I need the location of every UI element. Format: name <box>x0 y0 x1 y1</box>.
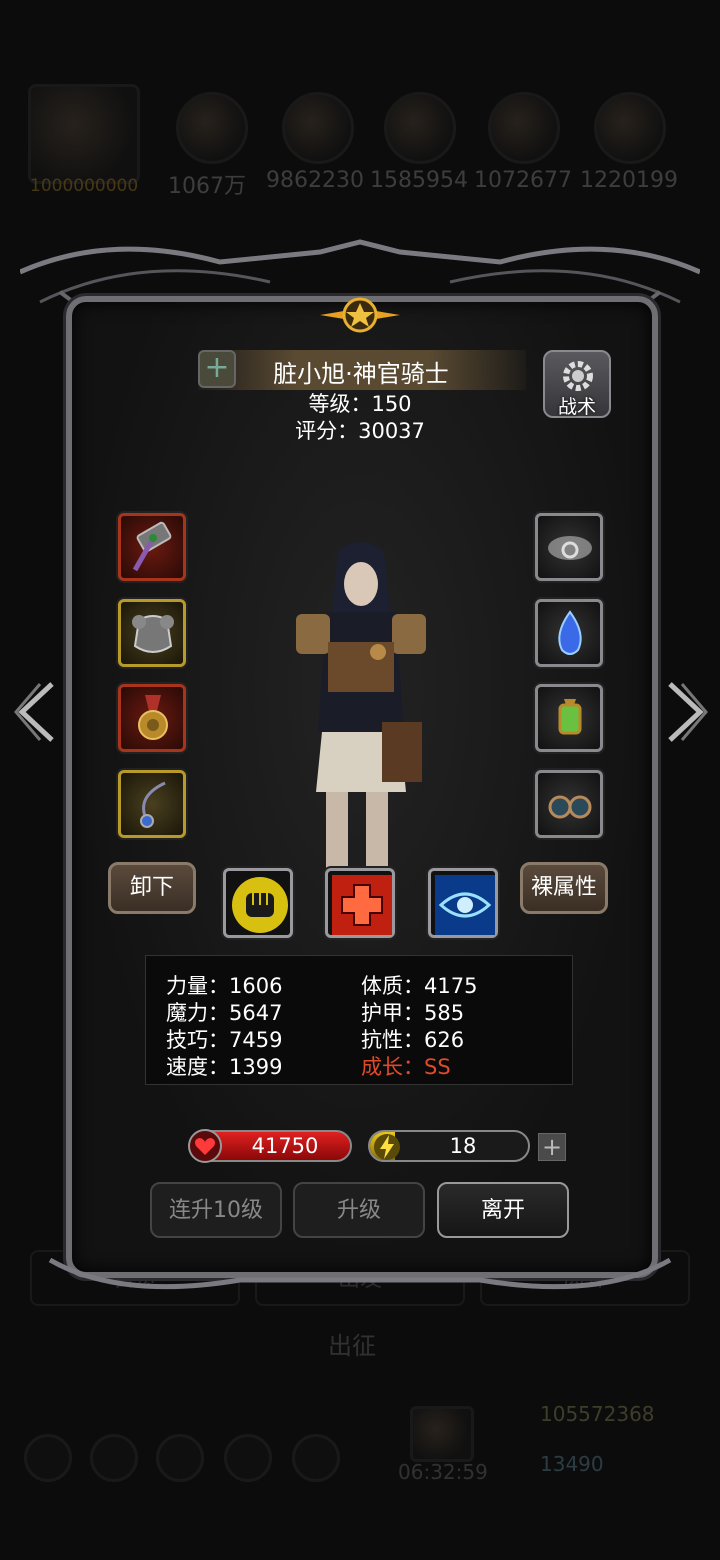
frame-ornament-bottom <box>48 1257 672 1290</box>
armor-icon <box>132 615 174 653</box>
gift-icon <box>410 1406 474 1462</box>
stat-growth: 成长：SS <box>361 1055 451 1079</box>
tactics-button[interactable]: 战术 <box>543 350 611 418</box>
next-hero-arrow[interactable] <box>662 680 710 744</box>
iron-icon <box>384 92 456 164</box>
prev-hero-arrow[interactable] <box>12 680 60 744</box>
gear-icon <box>563 361 593 391</box>
equip-slot-medal[interactable] <box>118 684 186 752</box>
medal-icon <box>138 695 168 740</box>
bg-gems: 13490 <box>540 1452 604 1476</box>
cloud-ring-icon <box>548 536 592 560</box>
crystal-icon <box>488 92 560 164</box>
heart-icon <box>188 1129 222 1163</box>
bg-menu-icon-3 <box>156 1434 204 1482</box>
bg-menu-icon-5 <box>292 1434 340 1482</box>
lightning-icon <box>374 1134 400 1160</box>
upgrade-10-levels-button[interactable]: 连升10级 <box>150 1182 282 1238</box>
skill-slot-attack[interactable] <box>223 868 293 938</box>
lantern-icon <box>558 699 582 735</box>
bag-icon <box>594 92 666 164</box>
blue-flame-icon <box>558 610 582 655</box>
stats-panel: 力量：1606 魔力：5647 技巧：7459 速度：1399 体质：4175 … <box>145 955 573 1085</box>
resource-iron: 1585954 <box>370 168 468 193</box>
gold-amount: 1000000000 <box>30 176 139 196</box>
fist-icon <box>232 877 288 933</box>
bg-timer: 06:32:59 <box>398 1460 488 1484</box>
goggles-icon <box>548 795 592 819</box>
leave-button[interactable]: 离开 <box>437 1182 569 1238</box>
stat-strength: 力量：1606 <box>166 974 283 998</box>
stat-magic: 魔力：5647 <box>166 1001 283 1025</box>
eye-icon <box>435 875 495 935</box>
upgrade-button[interactable]: 升级 <box>293 1182 425 1238</box>
hammer-icon <box>132 521 172 572</box>
hp-bar: 41750 <box>188 1129 352 1163</box>
skill-slot-heal[interactable] <box>325 868 395 938</box>
equip-slot-goggles[interactable] <box>535 770 603 838</box>
energy-value: 18 <box>449 1134 477 1158</box>
stat-speed: 速度：1399 <box>166 1055 283 1079</box>
stat-armor: 护甲：585 <box>361 1001 465 1025</box>
energy-bar: 18 <box>368 1130 530 1162</box>
player-avatar <box>28 84 140 184</box>
equip-slot-armor[interactable] <box>118 599 186 667</box>
stat-constitution: 体质：4175 <box>361 974 478 998</box>
equip-slot-ring[interactable] <box>535 513 603 581</box>
stat-resistance: 抗性：626 <box>361 1028 465 1052</box>
resource-bag: 1220199 <box>580 168 678 193</box>
bg-menu-icon-2 <box>90 1434 138 1482</box>
wood-icon <box>176 92 248 164</box>
resource-wood: 1067万 <box>168 174 246 199</box>
naked-stats-button[interactable]: 裸属性 <box>520 862 608 914</box>
hero-name: 脏小旭·神官骑士 <box>273 360 449 388</box>
tactics-label: 战术 <box>557 396 596 418</box>
unequip-button[interactable]: 卸下 <box>108 862 196 914</box>
resource-stone: 9862230 <box>266 168 364 193</box>
bg-coins: 105572368 <box>540 1402 655 1426</box>
equip-slot-lantern[interactable] <box>535 684 603 752</box>
stat-skill: 技巧：7459 <box>166 1028 283 1052</box>
equip-slot-weapon[interactable] <box>118 513 186 581</box>
add-friend-button[interactable]: + <box>198 350 236 388</box>
skill-slot-vision[interactable] <box>428 868 498 938</box>
resource-crystal: 1072677 <box>474 168 572 193</box>
equip-slot-necklace[interactable] <box>118 770 186 838</box>
hero-level: 等级：150 <box>308 392 412 416</box>
emblem-icon <box>320 297 400 333</box>
add-energy-button[interactable]: + <box>538 1133 566 1161</box>
bg-menu-icon-1 <box>24 1434 72 1482</box>
equip-slot-gem[interactable] <box>535 599 603 667</box>
cross-icon <box>332 875 392 935</box>
stone-icon <box>282 92 354 164</box>
hero-score: 评分：30037 <box>295 419 425 443</box>
necklace-icon <box>140 781 166 828</box>
bg-menu-icon-4 <box>224 1434 272 1482</box>
hp-value: 41750 <box>251 1134 319 1158</box>
bg-deploy-label: 出征 <box>328 1332 376 1360</box>
